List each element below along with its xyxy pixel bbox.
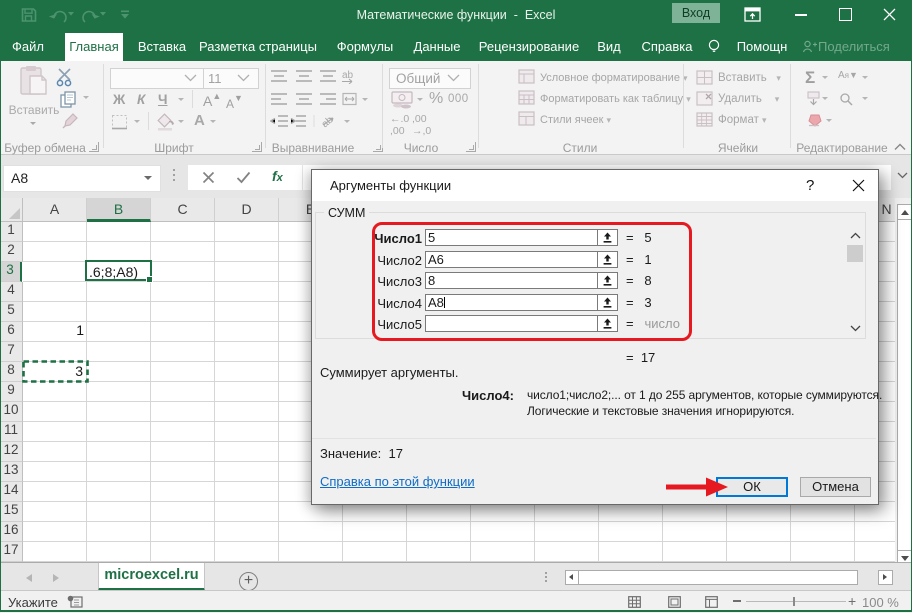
svg-text:ab: ab	[342, 70, 354, 81]
